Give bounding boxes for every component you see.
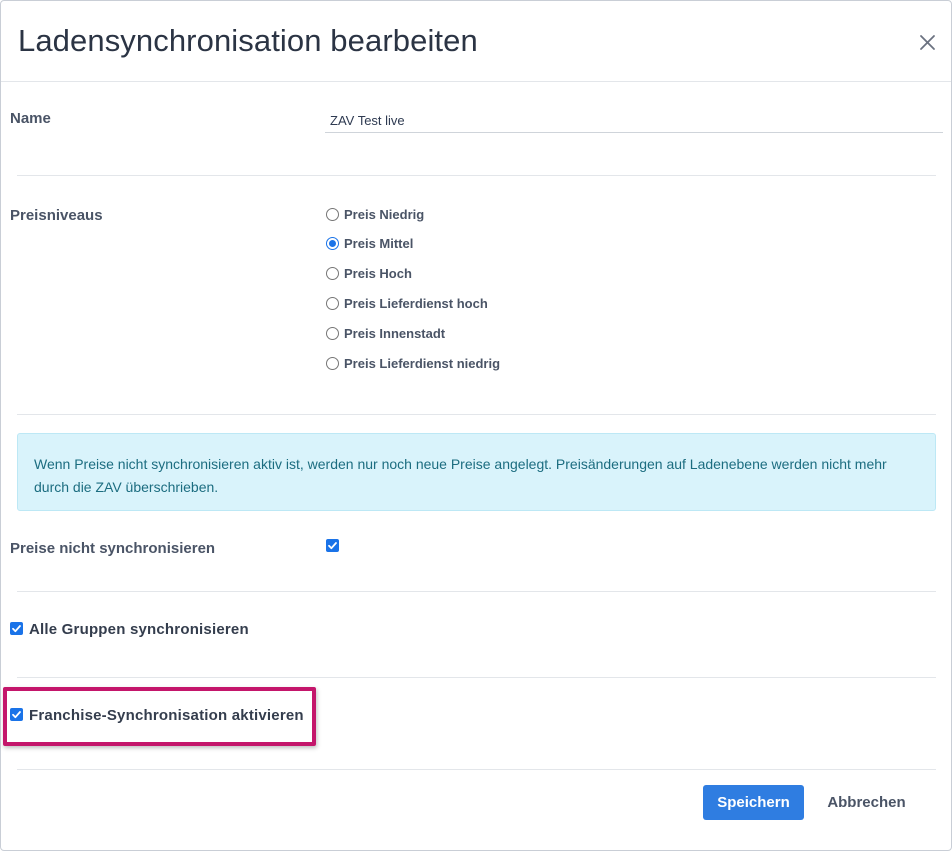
radio-label: Preis Mittel xyxy=(344,235,414,251)
name-input[interactable] xyxy=(325,109,943,133)
edit-store-sync-dialog: Ladensynchronisation bearbeiten Name Pre… xyxy=(0,0,952,851)
checkmark-icon xyxy=(12,711,21,719)
sync-all-groups-label: Alle Gruppen synchronisieren xyxy=(29,621,249,638)
no-price-sync-label: Preise nicht synchronisieren xyxy=(10,540,216,557)
radio-label: Preis Niedrig xyxy=(344,206,425,222)
franchise-sync-label: Franchise-Synchronisation aktivieren xyxy=(29,707,304,724)
radio-option[interactable]: Preis Lieferdienst hoch xyxy=(326,294,488,312)
radio-label: Preis Lieferdienst hoch xyxy=(344,295,488,311)
radio-option[interactable]: Preis Lieferdienst niedrig xyxy=(326,354,500,372)
dialog-title: Ladensynchronisation bearbeiten xyxy=(18,23,478,58)
radio-button[interactable] xyxy=(326,207,339,221)
checkmark-icon xyxy=(12,625,21,633)
sync-all-groups-checkbox[interactable] xyxy=(10,622,23,635)
radio-label: Preis Hoch xyxy=(344,265,412,281)
save-button[interactable]: Speichern xyxy=(703,785,804,820)
radio-option[interactable]: Preis Mittel xyxy=(326,234,413,252)
radio-button[interactable] xyxy=(326,266,339,280)
radio-option[interactable]: Preis Niedrig xyxy=(326,205,424,223)
radio-button[interactable] xyxy=(326,356,339,370)
franchise-sync-checkbox[interactable] xyxy=(10,708,23,721)
dialog-header: Ladensynchronisation bearbeiten xyxy=(1,1,951,82)
radio-option[interactable]: Preis Hoch xyxy=(326,264,412,282)
radio-label: Preis Lieferdienst niedrig xyxy=(344,355,501,371)
radio-button[interactable] xyxy=(326,326,339,340)
info-alert: Wenn Preise nicht synchronisieren aktiv … xyxy=(17,433,936,511)
close-icon xyxy=(920,35,935,50)
divider xyxy=(17,175,936,176)
radio-button-selected[interactable] xyxy=(326,236,339,250)
no-price-sync-checkbox[interactable] xyxy=(326,539,339,552)
divider xyxy=(17,414,936,415)
price-levels-label: Preisniveaus xyxy=(10,207,103,224)
close-button[interactable] xyxy=(916,31,938,53)
radio-option[interactable]: Preis Innenstadt xyxy=(326,324,445,342)
name-label: Name xyxy=(10,110,51,127)
checkmark-icon xyxy=(328,542,337,550)
radio-label: Preis Innenstadt xyxy=(344,325,446,341)
radio-button[interactable] xyxy=(326,296,339,310)
divider xyxy=(17,591,936,592)
divider xyxy=(17,677,936,678)
cancel-button[interactable]: Abbrechen xyxy=(814,785,919,820)
divider xyxy=(17,769,936,770)
